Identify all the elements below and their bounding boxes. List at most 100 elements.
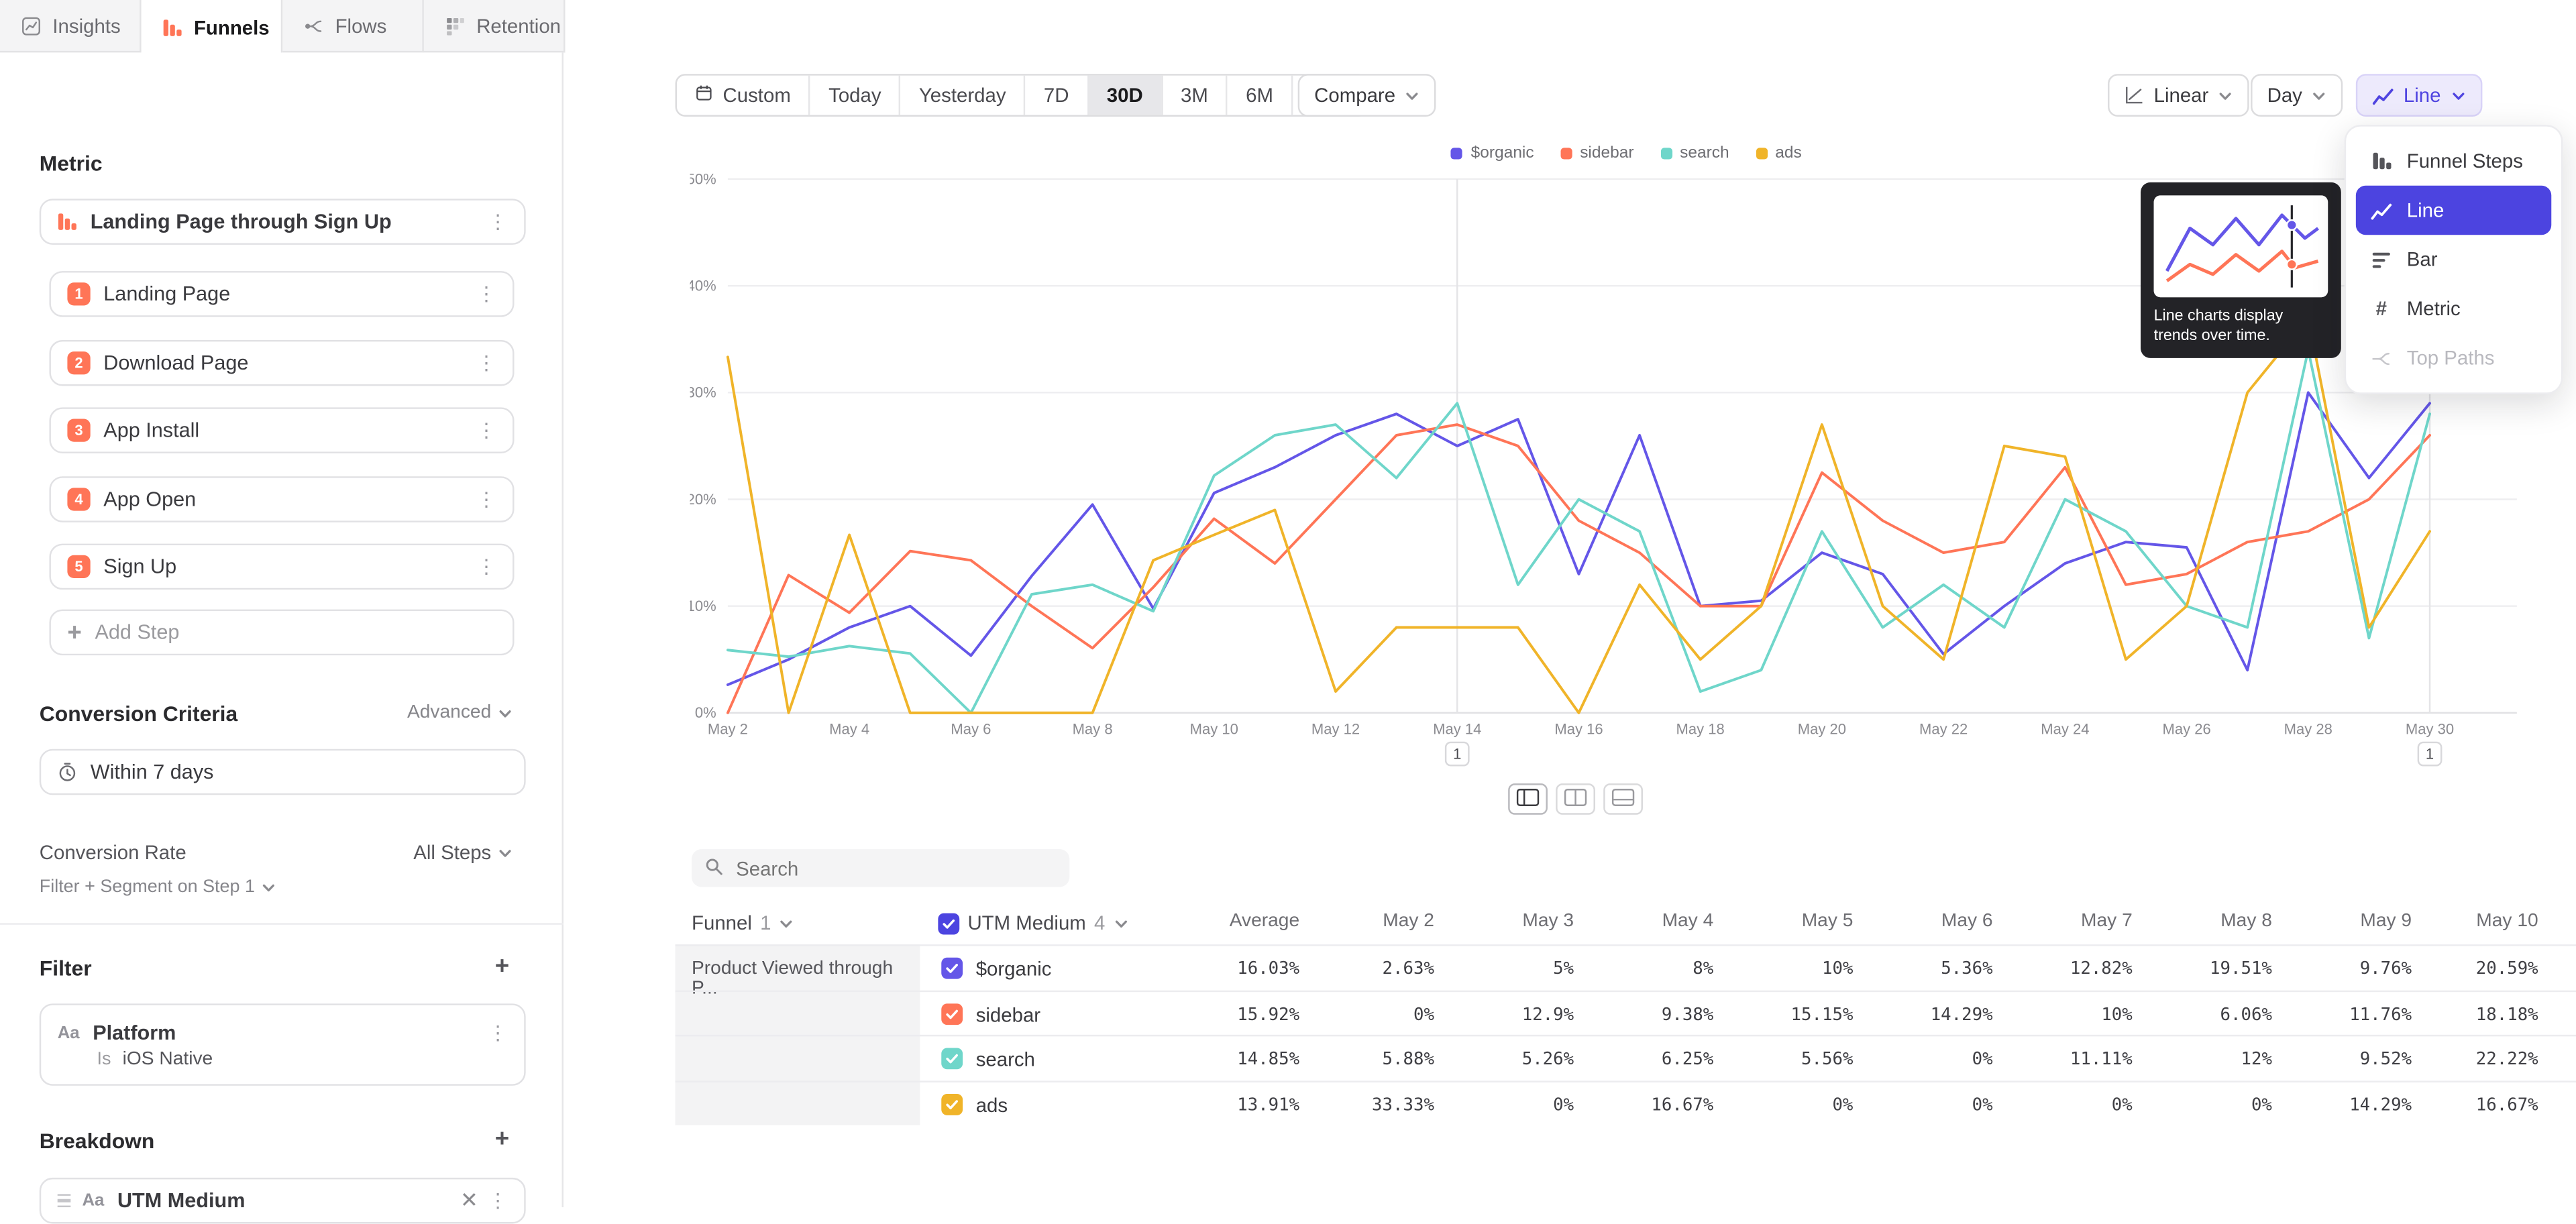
date-range-segmented-control: CustomTodayYesterday7D30D3M6M12M <box>676 74 1369 117</box>
drag-handle-icon[interactable] <box>58 1190 71 1211</box>
table-cell: 0% <box>1862 1050 1993 1069</box>
y-tick: 50% <box>690 170 716 187</box>
bar-h-icon <box>2369 249 2394 270</box>
table-cell: 16.67% <box>2407 1095 2538 1114</box>
table-cell: 19.51% <box>2141 959 2272 979</box>
menu-item-bar[interactable]: Bar <box>2356 235 2551 284</box>
table-row-ads[interactable]: ads13.91%33.33%0%16.67%0%0%0%0%14.29%16.… <box>676 1080 2576 1127</box>
tab-retention[interactable]: Retention <box>424 0 566 52</box>
funnel-column-dropdown[interactable]: Funnel 1 <box>692 901 794 944</box>
funnel-col-label: Funnel <box>692 911 752 934</box>
row-label: search <box>976 1048 1035 1070</box>
scale-dropdown[interactable]: Linear <box>2108 74 2249 117</box>
kebab-icon[interactable]: ⋮ <box>476 352 496 372</box>
column-header-may-10: May 10 <box>2407 911 2538 931</box>
range-button-30d[interactable]: 30D <box>1087 76 1161 115</box>
date-button-yesterday[interactable]: Yesterday <box>900 76 1024 115</box>
kebab-icon[interactable]: ⋮ <box>476 284 496 304</box>
legend-item-ads[interactable]: ads <box>1756 145 1802 163</box>
column-header-may-7: May 7 <box>2001 911 2133 931</box>
search-input[interactable] <box>733 855 1056 881</box>
stopwatch-icon <box>58 762 77 781</box>
kebab-icon[interactable]: ⋮ <box>476 421 496 440</box>
conversion-window-card[interactable]: Within 7 days <box>40 749 526 795</box>
filter-card[interactable]: Aa Platform ⋮ Is iOS Native <box>40 1003 526 1085</box>
x-tick: May 24 <box>2041 721 2089 738</box>
x-tick: May 26 <box>2162 721 2210 738</box>
tab-label: Retention <box>476 15 561 38</box>
funnel-step-card[interactable]: 4App Open⋮ <box>49 476 514 522</box>
tab-funnels[interactable]: Funnels <box>142 0 283 54</box>
filter-operator[interactable]: Is <box>97 1049 111 1068</box>
add-step-button[interactable]: + Add Step <box>49 610 514 656</box>
menu-item-metric[interactable]: #Metric <box>2356 284 2551 333</box>
chevron-down-icon <box>2451 88 2465 103</box>
kebab-icon[interactable]: ⋮ <box>488 1191 507 1211</box>
legend-item-search[interactable]: search <box>1660 145 1729 163</box>
range-button-6m[interactable]: 6M <box>1226 76 1291 115</box>
step-label: App Install <box>103 419 199 441</box>
table-row-search[interactable]: search14.85%5.88%5.26%6.25%5.56%0%11.11%… <box>676 1035 2576 1082</box>
kebab-icon[interactable]: ⋮ <box>488 1022 507 1042</box>
funnel-step-card[interactable]: 2Download Page⋮ <box>49 339 514 386</box>
funnel-steps-list: 1Landing Page⋮2Download Page⋮3App Instal… <box>49 271 514 612</box>
funnel-step-card[interactable]: 5Sign Up⋮ <box>49 544 514 590</box>
menu-item-line[interactable]: Line <box>2356 186 2551 235</box>
table-cell: 15.92% <box>1168 1005 1299 1024</box>
table-cell: 9.52% <box>2280 1050 2412 1069</box>
granularity-dropdown[interactable]: Day <box>2251 74 2343 117</box>
range-button-3m[interactable]: 3M <box>1161 76 1226 115</box>
advanced-label: Advanced <box>407 703 491 722</box>
retention-icon <box>445 16 465 36</box>
kebab-icon[interactable]: ⋮ <box>476 489 496 508</box>
series-line-search <box>728 350 2430 713</box>
table-cell: 18.18% <box>2407 1005 2538 1024</box>
chart-type-dropdown[interactable]: Line <box>2356 74 2482 117</box>
layout-b-icon <box>1564 784 1587 814</box>
table-cell: 12% <box>2141 1050 2272 1069</box>
select-all-checkbox[interactable] <box>938 912 959 934</box>
advanced-dropdown[interactable]: Advanced <box>407 703 513 722</box>
table-row-$organic[interactable]: $organic16.03%2.63%5%8%10%5.36%12.82%19.… <box>676 944 2576 991</box>
date-button-today[interactable]: Today <box>809 76 900 115</box>
table-row-sidebar[interactable]: sidebar15.92%0%12.9%9.38%15.15%14.29%10%… <box>676 990 2576 1037</box>
view-toggle-2[interactable] <box>1556 783 1595 815</box>
filter-value[interactable]: iOS Native <box>123 1049 213 1068</box>
add-breakdown-button[interactable]: + <box>495 1125 509 1154</box>
tab-flows[interactable]: Flows <box>282 0 424 52</box>
kebab-icon[interactable]: ⋮ <box>488 212 507 231</box>
legend-item-$organic[interactable]: $organic <box>1451 145 1534 163</box>
divider <box>0 923 564 924</box>
add-filter-button[interactable]: + <box>495 952 509 981</box>
menu-item-funnel-steps[interactable]: Funnel Steps <box>2356 136 2551 185</box>
breakdown-column-dropdown[interactable]: UTM Medium 4 <box>938 901 1128 944</box>
granularity-label: Day <box>2267 84 2302 107</box>
kebab-icon[interactable]: ⋮ <box>476 557 496 576</box>
x-tick: May 14 <box>1433 721 1481 738</box>
row-checkbox[interactable] <box>941 1048 963 1069</box>
tab-insights[interactable]: Insights <box>0 0 142 52</box>
view-toggle-3[interactable] <box>1603 783 1643 815</box>
breakdown-card[interactable]: Aa UTM Medium ✕ ⋮ <box>40 1178 526 1224</box>
row-checkbox[interactable] <box>941 1093 963 1115</box>
compare-button[interactable]: Compare <box>1298 74 1437 117</box>
x-tick: May 18 <box>1676 721 1725 738</box>
filter-segment-dropdown[interactable]: Filter + Segment on Step 1 <box>40 877 276 897</box>
range-button-7d[interactable]: 7D <box>1024 76 1087 115</box>
funnel-metric-card[interactable]: Landing Page through Sign Up ⋮ <box>40 199 526 245</box>
funnel-step-card[interactable]: 3App Install⋮ <box>49 407 514 453</box>
step-number-badge: 1 <box>67 282 90 305</box>
app-root: Insights Funnels Flows Retention Metric … <box>0 0 2576 1207</box>
table-cell: 13.91% <box>1168 1095 1299 1114</box>
row-checkbox[interactable] <box>941 958 963 979</box>
table-cell: 12.9% <box>1442 1005 1574 1024</box>
row-checkbox[interactable] <box>941 1003 963 1024</box>
legend-item-sidebar[interactable]: sidebar <box>1560 145 1634 163</box>
close-icon[interactable]: ✕ <box>453 1188 484 1214</box>
table-cell: 33.33% <box>1303 1095 1434 1114</box>
funnel-step-card[interactable]: 1Landing Page⋮ <box>49 271 514 317</box>
column-header-average: Average <box>1168 911 1299 931</box>
view-toggle-1[interactable] <box>1508 783 1548 815</box>
date-button-custom[interactable]: Custom <box>677 76 809 115</box>
all-steps-dropdown[interactable]: All Steps <box>413 841 513 864</box>
